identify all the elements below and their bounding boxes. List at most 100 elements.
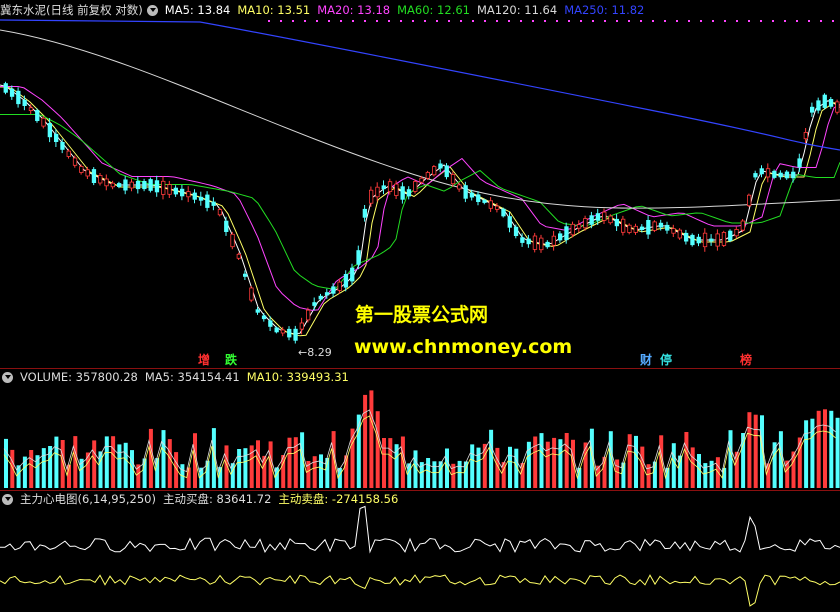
candle-body [400,186,405,200]
volume-bar [41,448,46,488]
grid-dot [808,20,810,22]
grid-dot [628,20,630,22]
volume-bar [816,410,821,488]
candle-body [9,88,15,97]
candle-body [545,241,550,248]
candle-body [54,133,59,143]
candle-body [375,186,380,198]
volume-bar [432,461,437,488]
candle-body [450,174,456,185]
candle-body [526,238,531,245]
candle-body [778,172,783,178]
grid-dot [832,20,834,22]
volume-bar [237,449,242,488]
candle-body [224,220,229,233]
candle-body [463,185,468,199]
grid-dot [376,20,378,22]
candle-body [469,192,475,198]
active-sell-line [0,574,840,607]
candle-body [765,168,771,178]
candle-body [627,224,632,233]
volume-bar [778,431,783,488]
ma10-line [0,86,840,337]
candle-body [702,232,708,248]
grid-dot [616,20,618,22]
grid-dot [532,20,534,22]
grid-dot [412,20,414,22]
candle-body [387,181,393,192]
grid-dot [676,20,678,22]
grid-dot [364,20,366,22]
candle-body [589,215,594,225]
candle-body [142,180,147,190]
candle-body [198,196,204,201]
volume-bar [60,440,65,488]
volume-bar [4,438,8,488]
candle-body [633,225,638,233]
candle-body [558,233,563,241]
candle-body [539,237,544,251]
candle-body [117,183,122,187]
volume-bar [690,447,695,488]
candle-body [356,250,361,265]
active-buy-line [0,505,840,554]
candle-body [791,171,796,179]
candle-body [488,200,494,209]
candle-body [728,230,733,241]
candle-body [179,188,185,197]
candle-body [312,302,317,306]
volume-bar [375,411,380,488]
candle-body [658,222,664,228]
grid-dot [400,20,402,22]
volume-bar [312,456,317,488]
candle-body [715,233,720,247]
candle-body [268,320,273,327]
candle-body [72,157,78,166]
grid-dot [556,20,558,22]
candle-body [621,218,626,233]
candle-body [520,237,525,243]
candle-body [186,191,191,198]
candle-body [677,229,682,239]
candle-body [79,166,84,173]
candle-body [614,218,619,227]
grid-dot [784,20,786,22]
grid-dot [580,20,582,22]
candle-body [652,221,657,231]
candle-body [457,184,462,190]
grid-dot [604,20,606,22]
candle-body [305,309,311,321]
grid-dot [268,20,270,22]
grid-dot [520,20,522,22]
candle-body [148,179,153,191]
grid-dot [700,20,702,22]
volume-bar [829,410,834,488]
grid-dot [508,20,510,22]
candle-body [646,219,651,235]
candle-body [123,179,128,191]
candle-body [753,173,758,178]
candle-body [595,213,601,221]
volume-bar [117,444,122,488]
candle-body [431,166,437,176]
grid-dot [304,20,306,22]
candle-body [797,158,802,168]
candle-body [602,211,607,221]
volume-bar [545,441,550,488]
candle-body [394,183,399,196]
candle-body [696,236,701,244]
volume-bar [382,438,386,488]
volume-bar [300,432,305,488]
volume-bar [470,444,475,488]
grid-dot [820,20,822,22]
candle-body [154,180,160,193]
grid-dot [316,20,318,22]
volume-bar [256,440,260,488]
grid-dot [460,20,462,22]
candle-body [810,106,815,113]
candle-body [249,287,254,301]
candle-body [287,328,292,338]
volume-bar [29,450,34,488]
candle-body [167,184,172,195]
candle-body [816,100,821,111]
